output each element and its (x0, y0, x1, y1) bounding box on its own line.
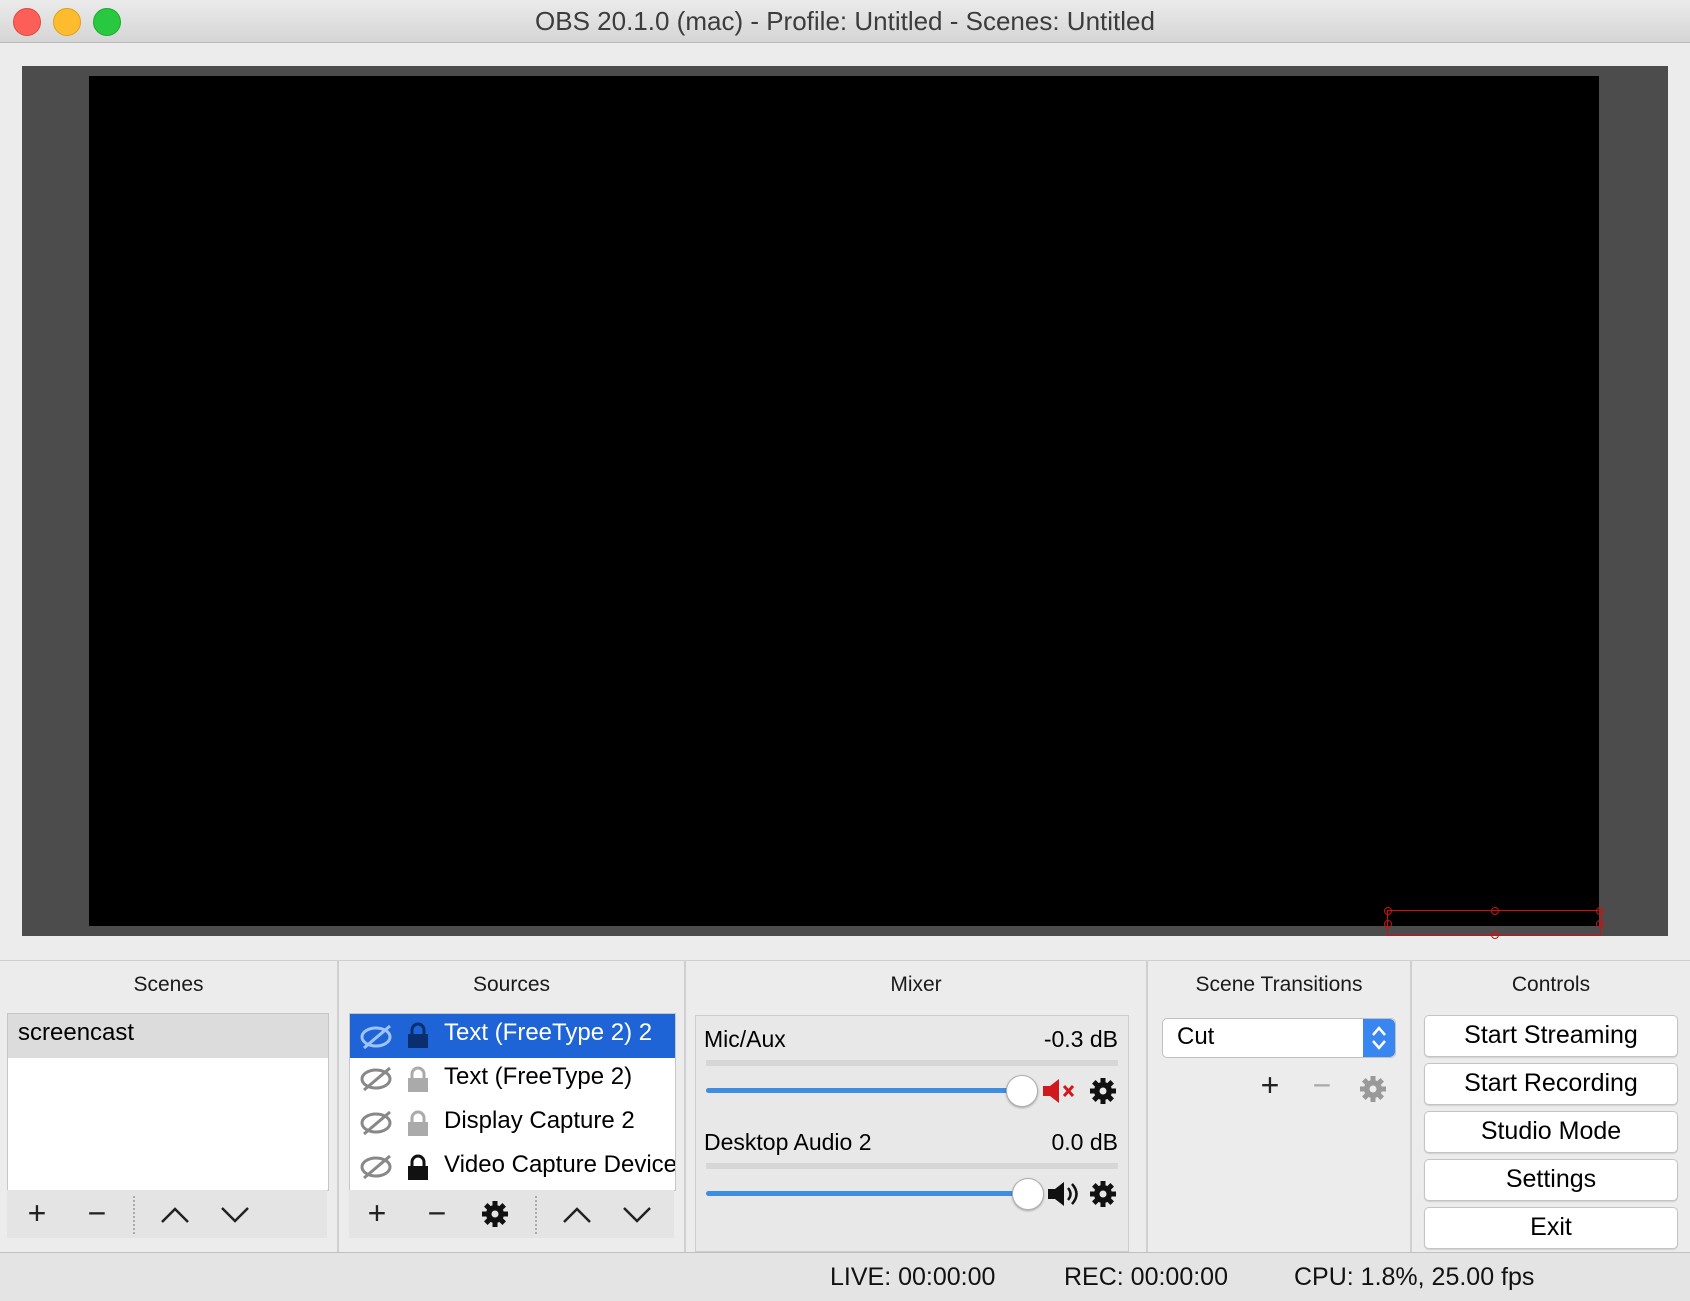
controls-dock-title: Controls (1511, 973, 1591, 996)
toolbar-separator (535, 1196, 537, 1234)
source-label: Display Capture 2 (444, 1107, 635, 1134)
title-bar: OBS 20.1.0 (mac) - Profile: Untitled - S… (0, 0, 1690, 43)
mic-aux-volume-slider[interactable] (1006, 1075, 1038, 1107)
move-source-up-button[interactable] (559, 1198, 595, 1230)
remove-scene-button[interactable]: − (79, 1197, 115, 1230)
scenes-toolbar: + − (7, 1190, 327, 1238)
add-source-button[interactable]: + (359, 1197, 395, 1230)
scenes-list[interactable]: screencast (7, 1013, 329, 1191)
scene-item[interactable]: screencast (8, 1014, 328, 1058)
desktop-audio-label: Desktop Audio 2 (704, 1129, 872, 1155)
preview-canvas[interactable] (89, 76, 1604, 939)
remove-source-button[interactable]: − (419, 1197, 455, 1230)
lock-icon[interactable] (406, 1022, 430, 1050)
move-scene-down-button[interactable] (217, 1198, 253, 1230)
move-scene-up-button[interactable] (157, 1198, 193, 1230)
source-label: Video Capture Device (444, 1151, 676, 1178)
source-item[interactable]: Text (FreeType 2) (350, 1058, 675, 1102)
chevron-up-icon (563, 1207, 591, 1223)
gear-icon (482, 1201, 508, 1227)
exit-button[interactable]: Exit (1424, 1207, 1678, 1249)
lock-icon[interactable] (406, 1154, 430, 1182)
transition-select[interactable]: Cut (1162, 1018, 1396, 1058)
eye-hidden-icon[interactable] (360, 1064, 394, 1094)
resize-handle-right[interactable] (1596, 920, 1604, 928)
resize-handle-top[interactable] (1491, 907, 1499, 915)
move-source-down-button[interactable] (619, 1198, 655, 1230)
sources-list[interactable]: Text (FreeType 2) 2 Text (FreeType 2) Di (349, 1013, 676, 1191)
source-item[interactable]: Video Capture Device (350, 1146, 675, 1190)
mixer-dock-title: Mixer (890, 973, 942, 996)
mic-aux-meter (706, 1060, 1118, 1066)
cpu-status: CPU: 1.8%, 25.00 fps (1294, 1263, 1535, 1291)
mic-aux-level: -0.3 dB (1043, 1026, 1118, 1052)
resize-handle-left[interactable] (1384, 920, 1392, 928)
chevron-down-icon (221, 1207, 249, 1223)
source-properties-button[interactable] (477, 1198, 513, 1230)
add-transition-button[interactable]: + (1252, 1069, 1288, 1102)
select-arrows-icon (1363, 1019, 1395, 1057)
source-bounding-box[interactable] (1384, 907, 1604, 939)
live-status: LIVE: 00:00:00 (830, 1263, 996, 1291)
desktop-audio-level: 0.0 dB (1051, 1129, 1119, 1155)
source-item[interactable]: Display Capture 2 (350, 1102, 675, 1146)
status-bar: LIVE: 00:00:00 REC: 00:00:00 CPU: 1.8%, … (0, 1252, 1690, 1301)
speaker-icon[interactable] (1046, 1179, 1082, 1209)
toolbar-separator (133, 1196, 135, 1234)
obs-window: OBS 20.1.0 (mac) - Profile: Untitled - S… (0, 0, 1690, 1301)
eye-hidden-icon[interactable] (360, 1152, 394, 1182)
resize-handle-bottom[interactable] (1491, 931, 1499, 939)
preview-area[interactable] (22, 66, 1668, 939)
remove-transition-button[interactable]: − (1304, 1069, 1340, 1102)
resize-handle-top-right[interactable] (1596, 907, 1604, 915)
source-item[interactable]: Text (FreeType 2) 2 (350, 1014, 675, 1058)
gear-icon[interactable] (1358, 1074, 1388, 1104)
settings-button[interactable]: Settings (1424, 1159, 1678, 1201)
sources-toolbar: + − (349, 1190, 674, 1238)
unlock-icon[interactable] (406, 1066, 430, 1094)
start-streaming-button[interactable]: Start Streaming (1424, 1015, 1678, 1057)
window-title: OBS 20.1.0 (mac) - Profile: Untitled - S… (535, 6, 1155, 36)
start-recording-button[interactable]: Start Recording (1424, 1063, 1678, 1105)
rec-status: REC: 00:00:00 (1064, 1263, 1228, 1291)
desktop-audio-meter (706, 1163, 1118, 1169)
chevron-down-icon (623, 1207, 651, 1223)
source-label: Text (FreeType 2) (444, 1063, 633, 1090)
sources-dock-title: Sources (472, 973, 551, 996)
mixer-panel: Mic/Aux -0.3 dB Desktop Audio 2 0.0 dB (695, 1015, 1129, 1252)
chevron-up-icon (161, 1207, 189, 1223)
eye-hidden-icon[interactable] (360, 1108, 394, 1138)
speaker-muted-icon[interactable] (1041, 1076, 1077, 1106)
studio-mode-button[interactable]: Studio Mode (1424, 1111, 1678, 1153)
mic-aux-label: Mic/Aux (704, 1026, 786, 1052)
desktop-audio-volume-slider[interactable] (1012, 1178, 1044, 1210)
unlock-icon[interactable] (406, 1110, 430, 1138)
scenes-dock-title: Scenes (133, 973, 204, 996)
resize-handle-top-left[interactable] (1384, 907, 1392, 915)
transition-select-value: Cut (1177, 1023, 1215, 1050)
add-scene-button[interactable]: + (19, 1197, 55, 1230)
gear-icon[interactable] (1088, 1076, 1118, 1106)
mic-aux-slider-fill (706, 1088, 1011, 1093)
source-label: Text (FreeType 2) 2 (444, 1019, 653, 1046)
gear-icon[interactable] (1088, 1179, 1118, 1209)
desktop-audio-slider-fill (706, 1191, 1018, 1196)
transitions-dock-title: Scene Transitions (1195, 973, 1363, 996)
transitions-dock: Scene Transitions (1148, 960, 1410, 1253)
